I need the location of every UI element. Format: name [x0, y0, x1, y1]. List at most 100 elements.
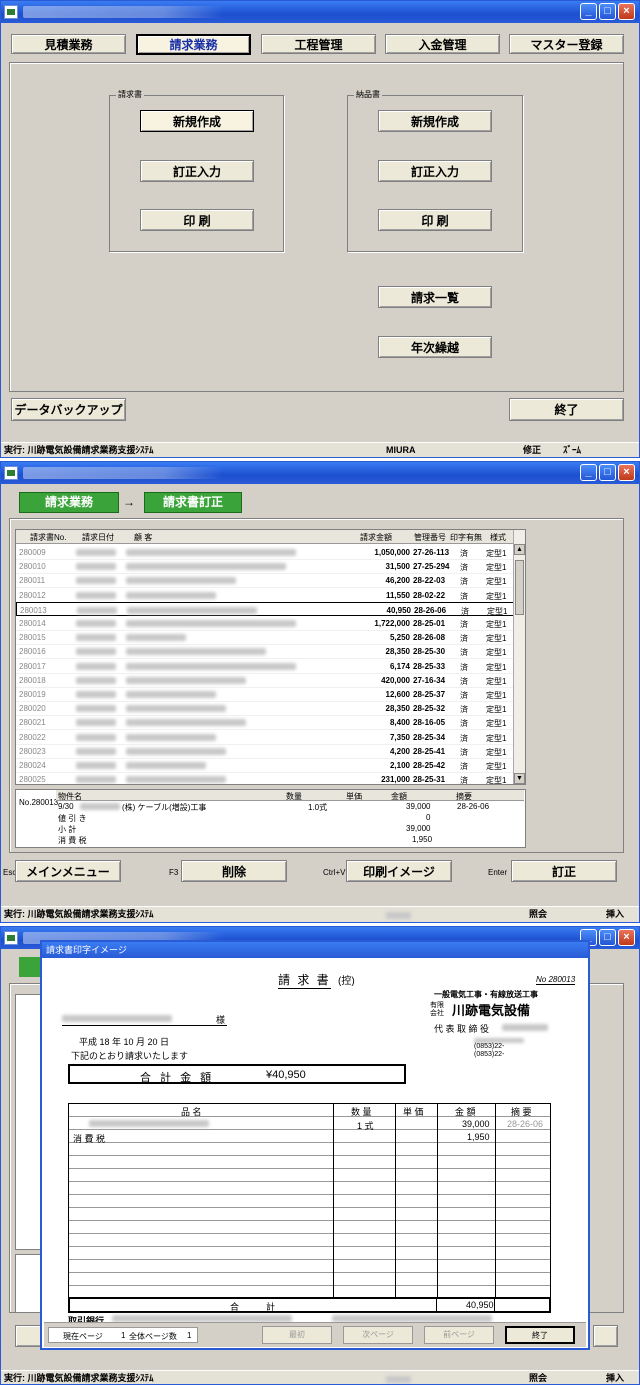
delivery-print-button[interactable]: 印 刷	[378, 209, 492, 231]
row-form: 定型1	[486, 733, 507, 743]
date-line: 平成 18 年 10 月 20 日	[79, 1037, 170, 1047]
customer-name-blurred	[62, 1015, 172, 1022]
row-form: 定型1	[486, 691, 507, 700]
table-row[interactable]: 280016 28,350 28-25-30 済 定型1	[16, 644, 525, 660]
invoice-print-button[interactable]: 印 刷	[140, 209, 254, 231]
main-menu-window: _ □ × 見積業務 請求業務 工程管理 入金管理 マスター登録 請求書 新規作…	[0, 0, 640, 458]
row-customer-blurred	[127, 606, 257, 614]
row-printed: 済	[460, 747, 468, 757]
table-row[interactable]: 280013 40,950 28-26-06 済定型1	[16, 601, 525, 616]
preview-exit-button[interactable]: 終了	[505, 1326, 575, 1344]
status-bar: 実行: 川跡電気設備請求業務支援ｼｽﾃﾑ MIURA 修正 ｽﾞｰﾑ	[1, 442, 639, 457]
doc-title: 請 求 書	[278, 973, 331, 989]
table-row[interactable]: 280015 5,250 28-26-08 済 定型1	[16, 630, 525, 646]
row-form: 定型1	[486, 591, 507, 601]
close-button[interactable]: ×	[618, 929, 635, 946]
scroll-thumb[interactable]	[515, 560, 524, 615]
table-row[interactable]: 280011 46,200 28-22-03 済 定型1	[16, 573, 525, 589]
tab-koutei[interactable]: 工程管理	[261, 34, 376, 54]
dialog-title: 請求書印字イメージ	[42, 942, 588, 958]
tab-master[interactable]: マスター登録	[509, 34, 624, 54]
title-bar: _ □ ×	[1, 462, 639, 484]
row-no: 280016	[19, 647, 46, 657]
print-image-button[interactable]: 印刷イメージ	[346, 860, 452, 882]
maximize-button[interactable]: □	[599, 464, 616, 481]
invoice-line-row	[69, 1104, 550, 1117]
line1-name-blurred	[89, 1120, 209, 1127]
status-user: MIURA	[386, 445, 416, 455]
row-form: 定型1	[486, 634, 507, 644]
row-amount: 46,200	[385, 576, 410, 586]
invoice-correct-button[interactable]: 訂正入力	[140, 160, 254, 182]
table-row[interactable]: 280023 4,200 28-25-41 済 定型1	[16, 744, 525, 759]
preview-nav-bar: 現在ページ 1 全体ページ数 1 最初 次ページ 前ページ 終了	[44, 1322, 586, 1347]
row-form: 定型1	[486, 577, 507, 587]
maximize-button[interactable]: □	[599, 3, 616, 20]
table-row[interactable]: 280018 420,000 27-16-34 済 定型1	[16, 673, 525, 688]
table-scrollbar[interactable]: ▲ ▼	[513, 530, 525, 784]
table-row[interactable]: 280022 7,350 28-25-34 済 定型1	[16, 730, 525, 745]
table-row[interactable]: 280009 1,050,000 27-26-113 済 定型1	[16, 545, 525, 560]
next-page-button[interactable]: 次ページ	[343, 1326, 413, 1344]
exit-button[interactable]: 終了	[509, 398, 624, 421]
row-no: 280012	[19, 590, 46, 600]
annual-carryover-button[interactable]: 年次繰越	[378, 336, 492, 358]
detail-item-name: (株) ケーブル(増設)工事	[122, 803, 207, 812]
company-prefix: 有限会社	[430, 1002, 444, 1017]
row-customer-blurred	[126, 563, 286, 571]
main-menu-button[interactable]: メインメニュー	[15, 860, 121, 882]
tab-mitsumori[interactable]: 見積業務	[11, 34, 126, 54]
status-bar: 実行: 川跡電気設備請求業務支援ｼｽﾃﾑ 照会 挿入	[1, 1370, 639, 1384]
row-customer-blurred	[126, 733, 216, 741]
minimize-button[interactable]: _	[580, 464, 597, 481]
minimize-button[interactable]: _	[580, 3, 597, 20]
delete-button[interactable]: 削除	[181, 860, 287, 882]
invoice-line-row	[69, 1273, 550, 1286]
table-row[interactable]: 280025 231,000 28-25-31 済 定型1	[16, 772, 525, 785]
row-amount: 231,000	[381, 775, 410, 785]
col-no: 請求書No.	[30, 533, 67, 542]
table-row[interactable]: 280014 1,722,000 28-25-01 済 定型1	[16, 616, 525, 631]
tab-seikyu[interactable]: 請求業務	[136, 34, 251, 55]
table-row[interactable]: 280012 11,550 28-02-22 済 定型1	[16, 588, 525, 603]
status-ins: 挿入	[606, 1373, 625, 1383]
invoice-line-row	[69, 1195, 550, 1208]
status-ins: 挿入	[606, 909, 625, 919]
row-mgmt: 28-25-34	[413, 732, 446, 742]
close-button[interactable]: ×	[618, 464, 635, 481]
prev-page-button[interactable]: 前ページ	[424, 1326, 494, 1344]
detail-col-memo: 摘要	[456, 792, 472, 801]
data-backup-button[interactable]: データバックアップ	[11, 398, 126, 421]
row-mgmt: 28-25-01	[413, 619, 446, 628]
window-title	[23, 6, 223, 18]
row-no: 280023	[19, 746, 46, 756]
first-page-button[interactable]: 最初	[262, 1326, 332, 1344]
row-customer-blurred	[126, 691, 216, 698]
table-row[interactable]: 280021 8,400 28-16-05 済 定型1	[16, 715, 525, 731]
row-mgmt: 28-26-06	[414, 605, 447, 615]
invoice-new-button[interactable]: 新規作成	[140, 110, 254, 132]
total-value: ¥40,950	[266, 1069, 306, 1081]
row-amount: 11,550	[385, 590, 410, 600]
row-mgmt: 27-26-113	[413, 548, 450, 557]
detail-item-blurred	[80, 803, 120, 810]
invoice-line-row	[69, 1169, 550, 1182]
scroll-down-icon[interactable]: ▼	[514, 773, 525, 784]
invoice-list-button[interactable]: 請求一覧	[378, 286, 492, 308]
row-amount: 8,400	[389, 718, 410, 728]
request-line: 下記のとおり請求いたします	[71, 1051, 189, 1061]
correct-button[interactable]: 訂正	[511, 860, 617, 882]
delivery-new-button[interactable]: 新規作成	[378, 110, 492, 132]
table-row[interactable]: 280020 28,350 28-25-32 済 定型1	[16, 701, 525, 717]
tab-nyukin[interactable]: 入金管理	[385, 34, 500, 54]
detail-item-date: 9/30	[58, 802, 74, 811]
table-row[interactable]: 280024 2,100 28-25-42 済 定型1	[16, 758, 525, 773]
scroll-up-icon[interactable]: ▲	[514, 544, 525, 555]
maximize-button[interactable]: □	[599, 929, 616, 946]
close-button[interactable]: ×	[618, 3, 635, 20]
delivery-correct-button[interactable]: 訂正入力	[378, 160, 492, 182]
table-row[interactable]: 280017 6,174 28-25-33 済 定型1	[16, 659, 525, 674]
table-row[interactable]: 280019 12,600 28-25-37 済 定型1	[16, 687, 525, 702]
table-row[interactable]: 280010 31,500 27-25-294 済 定型1	[16, 559, 525, 575]
invoice-line-row	[69, 1234, 550, 1247]
